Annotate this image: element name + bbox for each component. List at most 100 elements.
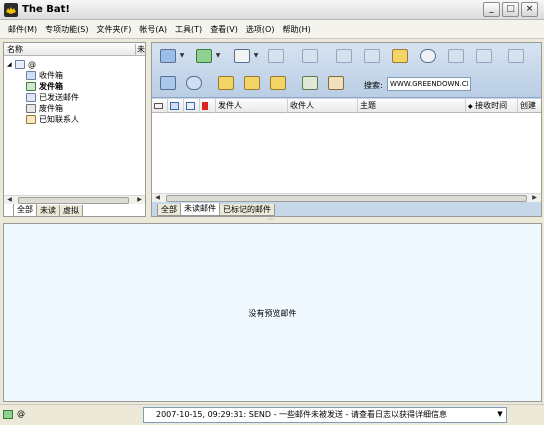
get-mail-button[interactable] [157,46,179,66]
message-horizontal-scrollbar[interactable]: ◀ ▶ [152,193,541,202]
menu-help[interactable]: 帮助(H) [278,24,314,35]
forward-icon [336,49,352,63]
address-book-button[interactable] [389,46,411,66]
scroll-thumb[interactable] [166,195,527,202]
folder-label: 已知联系人 [39,115,79,124]
tab-unread[interactable]: 未读 [36,205,60,217]
column-subject[interactable]: 主题 [358,99,466,113]
column-header-unread[interactable]: 未 [137,44,145,55]
window-title: The Bat! [22,4,70,15]
contacts-icon [26,115,36,124]
folder-horizontal-scrollbar[interactable]: ◀ ▶ [4,195,145,204]
send-mail-button[interactable] [193,46,215,66]
menu-options[interactable]: 选项(O) [242,24,279,35]
search-input[interactable] [387,77,471,91]
redirect-button[interactable] [361,46,383,66]
folder-add-icon [244,76,260,90]
new-message-dropdown-icon[interactable]: ▼ [253,46,259,66]
send-mail-icon [196,49,212,63]
column-recipient[interactable]: 收件人 [288,99,358,113]
column-flag[interactable] [200,99,216,113]
folder-open-button[interactable] [157,73,179,93]
folder-item-trash[interactable]: 废件箱 [7,103,143,114]
column-header-name[interactable]: 名称 [7,44,127,55]
folder-label: 废件箱 [39,104,63,113]
column-received-time[interactable]: ◆ 接收时间 [466,99,518,113]
column-created[interactable]: 创建 [518,99,541,113]
folder-new-button[interactable] [215,73,237,93]
sort-descending-icon: ◆ [468,103,473,110]
folder-new-icon [218,76,234,90]
folder-move-button[interactable] [267,73,289,93]
preview-pane: 没有预览邮件 [3,223,542,402]
menu-tools[interactable]: 工具(T) [171,24,206,35]
find-button[interactable] [417,46,439,66]
folder-item-inbox[interactable]: 收件箱 [7,70,143,81]
attachment-icon [186,102,195,110]
menu-view[interactable]: 查看(V) [206,24,242,35]
tab-virtual[interactable]: 虚拟 [59,205,83,217]
outbox-icon [26,82,36,91]
trash-icon [26,104,36,113]
tab-flagged-messages[interactable]: 已标记的邮件 [219,204,275,216]
folder-add-button[interactable] [241,73,263,93]
mailbox-account-icon [15,60,25,69]
folder-properties-icon [186,76,202,90]
scroll-right-arrow-icon[interactable]: ▶ [135,196,144,204]
folder-tree: ◢ @ 收件箱 发件箱 已发送邮件 废件箱 已知联系人 [7,59,143,125]
scroll-right-arrow-icon[interactable]: ▶ [530,194,539,202]
get-mail-dropdown-icon[interactable]: ▼ [179,46,185,66]
filter-icon [302,76,318,90]
close-button[interactable]: × [521,2,538,17]
properties-button[interactable] [473,46,495,66]
tree-account[interactable]: ◢ @ [7,59,143,70]
log-dropdown-icon[interactable]: ▼ [495,408,505,421]
column-attachment[interactable] [184,99,200,113]
status-log[interactable]: 2007-10-15, 09:29:31: SEND - 一些邮件未被发送 - … [143,407,507,423]
scroll-left-arrow-icon[interactable]: ◀ [5,196,14,204]
column-read[interactable] [168,99,184,113]
connection-status-icon [3,410,13,419]
send-mail-dropdown-icon[interactable]: ▼ [215,46,221,66]
tab-unread-messages[interactable]: 未读邮件 [180,203,220,216]
menu-mail[interactable]: 邮件(M) [4,24,41,35]
message-filter-tabs: 全部 未读邮件 已标记的邮件 [157,203,275,216]
folder-item-outbox[interactable]: 发件箱 [7,81,143,92]
minimize-button[interactable]: _ [483,2,500,17]
delete-button[interactable] [505,46,527,66]
envelope-icon [154,103,163,109]
tab-all[interactable]: 全部 [13,204,37,217]
menu-special[interactable]: 专项功能(S) [41,24,92,35]
filter-button[interactable] [299,73,321,93]
new-message-icon [234,49,250,63]
print-button[interactable] [445,46,467,66]
redirect-icon [364,49,380,63]
scroll-thumb[interactable] [18,197,129,204]
read-status-icon [170,102,179,110]
column-sender[interactable]: 发件人 [216,99,288,113]
menu-account[interactable]: 帐号(A) [135,24,171,35]
folder-item-contacts[interactable]: 已知联系人 [7,114,143,125]
get-mail-icon [160,49,176,63]
scroll-left-arrow-icon[interactable]: ◀ [153,194,162,202]
inbox-icon [26,71,36,80]
maximize-button[interactable]: □ [502,2,519,17]
column-status[interactable] [152,99,168,113]
sorting-button[interactable] [325,73,347,93]
folder-properties-button[interactable] [183,73,205,93]
reply-button[interactable] [265,46,287,66]
menu-folder[interactable]: 文件夹(F) [92,24,135,35]
preview-empty-text: 没有预览邮件 [248,309,297,318]
menu-bar: 邮件(M) 专项功能(S) 文件夹(F) 帐号(A) 工具(T) 查看(V) 选… [0,20,544,39]
address-book-icon [392,49,408,63]
tab-all-messages[interactable]: 全部 [157,204,181,216]
message-pane: ▼ ▼ ▼ 搜索: 发件人 收件人 主题 [151,42,542,217]
reply-all-button[interactable] [299,46,321,66]
forward-button[interactable] [333,46,355,66]
new-message-button[interactable] [231,46,253,66]
toolbar: ▼ ▼ ▼ 搜索: [152,43,541,98]
splitter-grip-icon[interactable]: ⋯ [264,217,278,223]
sent-mail-icon [26,93,36,102]
collapse-arrow-icon[interactable]: ◢ [7,59,15,70]
folder-item-sent[interactable]: 已发送邮件 [7,92,143,103]
